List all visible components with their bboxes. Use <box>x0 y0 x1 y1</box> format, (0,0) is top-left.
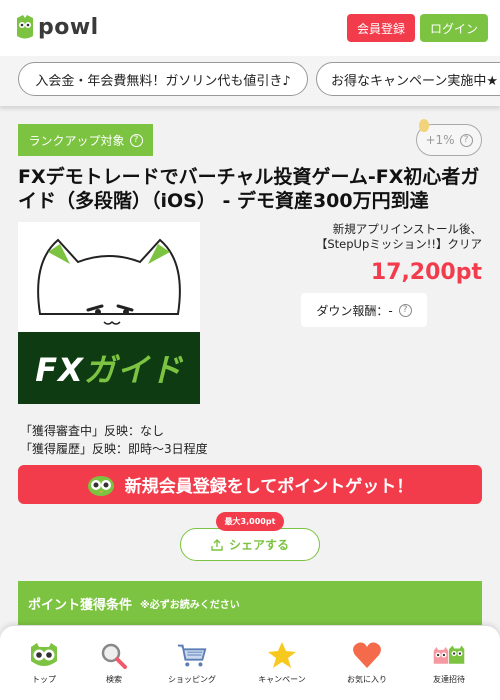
cta-label: 新規会員登録をしてポイントゲット！ <box>124 477 414 497</box>
nav-label: キャンペーン <box>258 675 306 684</box>
condition-line: 【StepUpミッション!!】クリア <box>315 237 482 251</box>
logo-text: powl <box>38 14 99 40</box>
search-icon <box>98 640 130 670</box>
conditions-heading: ポイント獲得条件 <box>28 597 133 613</box>
nav-item-top[interactable]: トップ <box>9 640 79 685</box>
nav-item-campaign[interactable]: キャンペーン <box>247 640 317 685</box>
register-cta-button[interactable]: 新規会員登録をしてポイントゲット！ <box>18 465 482 504</box>
help-icon[interactable]: ? <box>398 303 412 317</box>
help-icon[interactable]: ? <box>459 133 473 147</box>
register-button[interactable]: 会員登録 <box>347 14 415 42</box>
nav-item-search[interactable]: 検索 <box>79 640 149 685</box>
conditions-note: ※必ずお読みください <box>140 599 240 611</box>
down-reward-label: ダウン報酬：- <box>316 303 393 318</box>
ticker-item[interactable]: 入会金・年会費無料！ガソリン代も値引き♪ <box>18 62 308 96</box>
owl-logo-icon <box>16 14 34 40</box>
rank-up-badge[interactable]: ランクアップ対象 ? <box>18 124 153 156</box>
site-header: powl 会員登録 ログイン <box>0 0 500 56</box>
thumbnail-text: FXガイド <box>35 351 183 389</box>
status-line: 「獲得審査中」反映：なし <box>20 424 165 438</box>
owl-icon <box>28 640 60 670</box>
nav-label: トップ <box>32 675 56 684</box>
nav-label: 検索 <box>106 675 122 684</box>
down-reward-box: ダウン報酬：- ? <box>301 293 427 327</box>
nav-label: 友達招待 <box>433 675 465 684</box>
star-icon <box>266 640 298 670</box>
thumbnail-banner: FXガイド <box>18 332 200 404</box>
ticker-item[interactable]: お得なキャンペーン実施中★ <box>316 62 500 96</box>
cart-icon <box>176 640 208 670</box>
conditions-header: ポイント獲得条件 ※必ずお読みください <box>18 581 482 625</box>
nav-label: ショッピング <box>168 675 216 684</box>
share-icon <box>211 538 223 551</box>
nav-item-shopping[interactable]: ショッピング <box>157 640 227 685</box>
nav-item-invite[interactable]: 友達招待 <box>414 640 484 685</box>
nav-label: お気に入り <box>347 675 387 684</box>
share-label: シェアする <box>228 538 289 552</box>
login-button[interactable]: ログイン <box>420 14 488 42</box>
heart-icon <box>351 640 383 670</box>
offer-thumbnail: FXガイド <box>18 222 200 404</box>
nav-item-favorites[interactable]: お気に入り <box>332 640 402 685</box>
owl-icon <box>87 475 114 496</box>
reward-status-info: 「獲得審査中」反映：なし 「獲得履歴」反映：即時〜3日程度 <box>20 422 208 458</box>
condition-line: 新規アプリインストール後、 <box>332 222 482 236</box>
bonus-rate-label: +1% <box>425 133 455 147</box>
rank-badge-label: ランクアップ対象 <box>28 133 125 148</box>
share-button[interactable]: シェアする <box>180 528 320 561</box>
campaign-ticker: 入会金・年会費無料！ガソリン代も値引き♪ お得なキャンペーン実施中★ <box>0 56 500 106</box>
help-icon[interactable]: ? <box>129 133 143 147</box>
bottom-nav: トップ 検索 ショッピング キャンペーン お気に入り 友達招待 <box>0 626 500 700</box>
offer-condition-summary: 新規アプリインストール後、 【StepUpミッション!!】クリア <box>300 222 482 252</box>
status-line: 「獲得履歴」反映：即時〜3日程度 <box>20 442 208 456</box>
powl-logo[interactable]: powl <box>16 14 99 40</box>
offer-title: FXデモトレードでバーチャル投資ゲーム-FX初心者ガイド（多段階）（iOS） -… <box>18 166 480 212</box>
reward-points: 17,200pt <box>370 260 482 285</box>
share-reward-badge: 最大3,000pt <box>216 512 284 531</box>
friends-icon <box>433 640 465 670</box>
cat-mascot-icon <box>37 238 181 325</box>
owl-mini-icon <box>419 119 429 132</box>
